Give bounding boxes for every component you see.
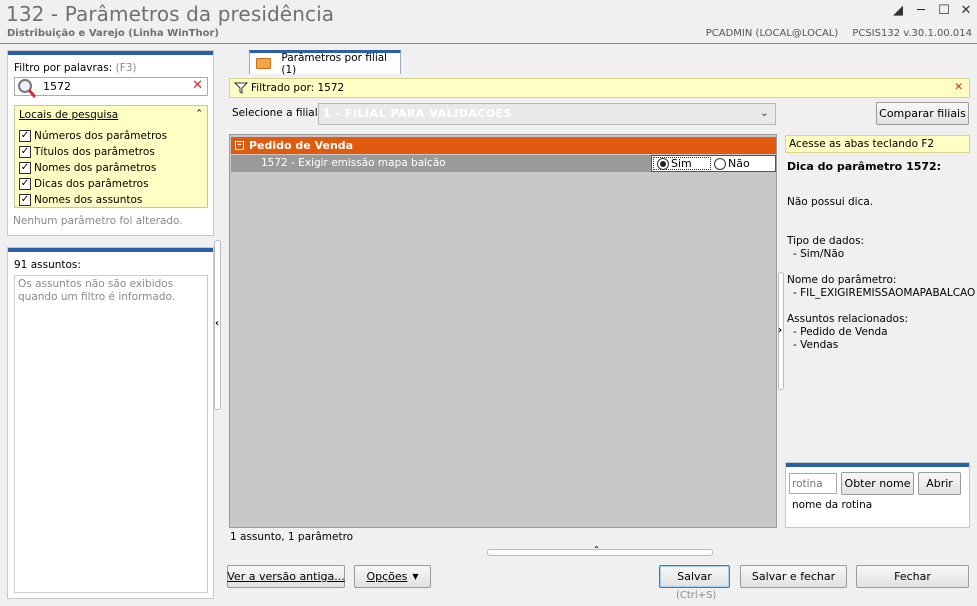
search-locations: Locais de pesquisa ˆ ✓ Números dos parâme…: [14, 105, 208, 208]
collapse-icon[interactable]: ˆ: [197, 108, 203, 121]
clear-filterbar-icon[interactable]: ✕: [954, 81, 963, 93]
restore-icon[interactable]: ◢: [890, 4, 906, 18]
filter-input-value: 1572: [43, 80, 71, 93]
filter-bar: Filtrado por: 1572 ✕: [229, 78, 970, 98]
save-close-button[interactable]: Salvar e fechar: [740, 565, 847, 588]
branch-label: Selecione a filial:: [232, 107, 322, 119]
check-param-names[interactable]: ✓ Nomes dos parâmetros: [19, 160, 167, 176]
tab-branch-params[interactable]: Parâmetros por filial (1): [249, 50, 401, 76]
routine-panel: Obter nome Abrir nome da rotina: [785, 462, 970, 528]
check-subject-names[interactable]: ✓ Nomes dos assuntos: [19, 192, 167, 208]
subjects-panel: 91 assuntos: Os assuntos não são exibido…: [7, 247, 214, 599]
related-item[interactable]: - Pedido de Venda: [793, 326, 888, 338]
change-status: Nenhum parâmetro foi alterado.: [13, 215, 183, 227]
param-name-value: - FIL_EXIGIREMISSAOMAPABALCAO: [793, 287, 976, 299]
param-name-label: Nome do parâmetro:: [787, 274, 897, 286]
window-subtitle: Distribuição e Varejo (Linha WinThor): [7, 28, 219, 39]
save-button[interactable]: Salvar: [659, 565, 730, 588]
group-header[interactable]: – Pedido de Venda: [231, 137, 776, 154]
check-param-numbers[interactable]: ✓ Números dos parâmetros: [19, 128, 167, 144]
collapse-bottom-icon[interactable]: ˆ: [594, 546, 599, 557]
close-window-icon[interactable]: ✕: [958, 4, 974, 18]
get-name-button[interactable]: Obter nome: [841, 472, 914, 495]
filter-input[interactable]: 1572 ✕: [14, 77, 208, 98]
radio-no[interactable]: Não: [711, 157, 750, 170]
branch-select[interactable]: 1 - FILIAL PARA VALIDACOES ⌄: [318, 103, 776, 125]
session-info: PCADMIN (LOCAL@LOCAL) PCSIS132 v.30.1.00.…: [692, 28, 972, 39]
grid-footer: 1 assunto, 1 parâmetro: [230, 531, 354, 543]
check-param-titles[interactable]: ✓ Títulos dos parâmetros: [19, 144, 167, 160]
collapse-right-icon[interactable]: ›: [778, 325, 782, 336]
magnifier-icon: [18, 79, 36, 98]
table-row[interactable]: 1572 - Exigir emissão mapa balcão Sim Nã…: [231, 155, 776, 172]
check-param-hints[interactable]: ✓ Dicas dos parâmetros: [19, 176, 167, 192]
tabs-hint: Acesse as abas teclando F2: [785, 135, 970, 153]
save-shortcut: (Ctrl+S): [676, 590, 717, 601]
filter-bar-text: Filtrado por: 1572: [251, 82, 345, 94]
folder-icon: [256, 58, 272, 69]
hint-title: Dica do parâmetro 1572:: [787, 160, 942, 173]
clear-filter-icon[interactable]: ✕: [192, 78, 203, 93]
parameters-grid: – Pedido de Venda 1572 - Exigir emissão m…: [229, 134, 777, 528]
type-value: - Sim/Não: [793, 248, 845, 260]
options-button[interactable]: Opções ▼: [354, 565, 431, 588]
routine-input[interactable]: [789, 473, 837, 494]
related-label: Assuntos relacionados:: [787, 313, 908, 325]
open-button[interactable]: Abrir: [918, 472, 961, 495]
type-label: Tipo de dados:: [787, 235, 865, 247]
filter-panel: Filtro por palavras: (F3) 1572 ✕ Locais …: [7, 50, 214, 236]
dropdown-arrow-icon: ▼: [412, 572, 419, 581]
user-label: PCADMIN (LOCAL@LOCAL): [705, 28, 839, 39]
routine-name-label: nome da rotina: [792, 499, 873, 511]
subjects-info: Os assuntos não são exibidos quando um f…: [14, 275, 208, 593]
collapse-left-icon[interactable]: ‹: [215, 318, 219, 329]
related-item[interactable]: - Vendas: [793, 339, 838, 351]
filter-label: Filtro por palavras: (F3): [14, 62, 137, 74]
minimize-icon[interactable]: ─: [913, 4, 929, 18]
subjects-count: 91 assuntos:: [14, 259, 81, 271]
param-options: Sim Não: [651, 155, 776, 172]
hint-text: Não possui dica.: [787, 196, 874, 208]
close-button[interactable]: Fechar: [856, 565, 969, 588]
bottom-splitter[interactable]: [487, 549, 713, 556]
radio-yes[interactable]: Sim: [653, 157, 711, 170]
window-title: 132 - Parâmetros da presidência: [6, 2, 335, 26]
old-version-button[interactable]: Ver a versão antiga...: [227, 565, 345, 588]
funnel-icon: [234, 82, 248, 94]
param-label: 1572 - Exigir emissão mapa balcão: [261, 157, 446, 169]
maximize-icon[interactable]: ☐: [936, 4, 952, 18]
chevron-down-icon: ⌄: [760, 108, 769, 119]
version-label: PCSIS132 v.30.1.00.014: [852, 28, 972, 39]
search-locations-title: Locais de pesquisa: [19, 109, 119, 121]
compare-branches-button[interactable]: Comparar filiais: [876, 102, 969, 125]
